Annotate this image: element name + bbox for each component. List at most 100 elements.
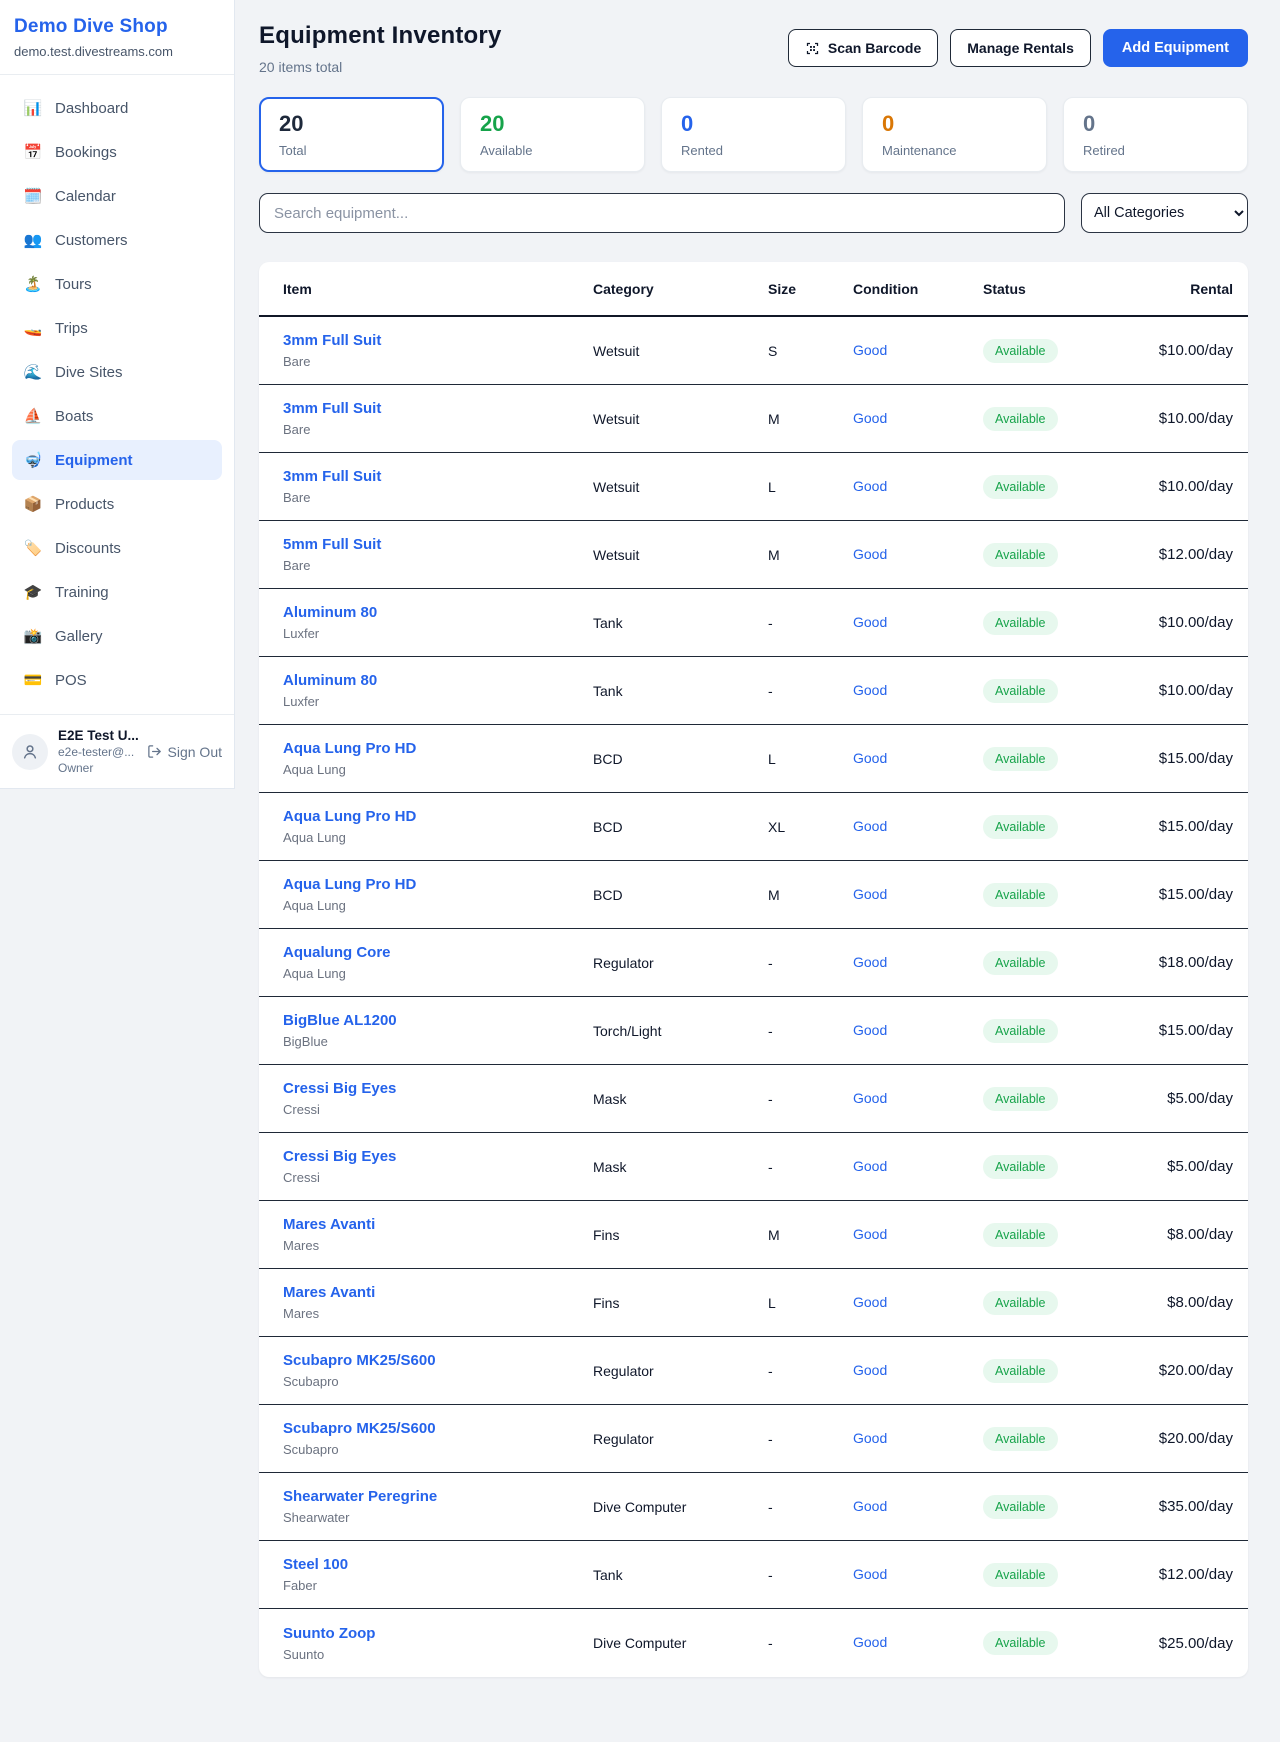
item-name-link[interactable]: Aqua Lung Pro HD	[283, 876, 416, 893]
search-input[interactable]	[259, 193, 1065, 233]
item-name-link[interactable]: Mares Avanti	[283, 1284, 375, 1301]
sidebar-item-customers[interactable]: 👥 Customers	[12, 220, 222, 260]
sidebar-item-trips[interactable]: 🚤 Trips	[12, 308, 222, 348]
item-condition-link[interactable]: Good	[853, 886, 887, 902]
item-rental: $15.00/day	[1123, 818, 1233, 835]
item-condition-link[interactable]: Good	[853, 1634, 887, 1650]
item-name-link[interactable]: 3mm Full Suit	[283, 468, 381, 485]
item-brand: Aqua Lung	[283, 898, 593, 913]
item-condition-link[interactable]: Good	[853, 1294, 887, 1310]
item-name-link[interactable]: Mares Avanti	[283, 1216, 375, 1233]
item-condition-link[interactable]: Good	[853, 1158, 887, 1174]
sign-out-button[interactable]: Sign Out	[147, 744, 222, 760]
stat-card-retired[interactable]: 0 Retired	[1063, 97, 1248, 172]
item-condition-link[interactable]: Good	[853, 1226, 887, 1242]
stat-card-available[interactable]: 20 Available	[460, 97, 645, 172]
item-name-link[interactable]: Scubapro MK25/S600	[283, 1420, 436, 1437]
item-category: Wetsuit	[593, 479, 768, 495]
brand-domain: demo.test.divestreams.com	[14, 44, 220, 59]
add-equipment-button[interactable]: Add Equipment	[1103, 29, 1248, 67]
item-name-link[interactable]: Aluminum 80	[283, 604, 377, 621]
item-condition-link[interactable]: Good	[853, 750, 887, 766]
item-condition-link[interactable]: Good	[853, 1566, 887, 1582]
item-name-link[interactable]: Aqua Lung Pro HD	[283, 808, 416, 825]
item-condition-link[interactable]: Good	[853, 818, 887, 834]
status-badge: Available	[983, 1223, 1058, 1247]
item-name-link[interactable]: Cressi Big Eyes	[283, 1148, 396, 1165]
column-header-category: Category	[593, 281, 768, 297]
item-rental: $20.00/day	[1123, 1430, 1233, 1447]
item-condition-link[interactable]: Good	[853, 342, 887, 358]
item-condition-link[interactable]: Good	[853, 1022, 887, 1038]
stat-card-rented[interactable]: 0 Rented	[661, 97, 846, 172]
sidebar-item-calendar[interactable]: 🗓️ Calendar	[12, 176, 222, 216]
sidebar-item-label: Training	[55, 584, 109, 601]
item-condition-link[interactable]: Good	[853, 478, 887, 494]
sidebar-item-discounts[interactable]: 🏷️ Discounts	[12, 528, 222, 568]
item-condition-link[interactable]: Good	[853, 1362, 887, 1378]
sidebar-item-gallery[interactable]: 📸 Gallery	[12, 616, 222, 656]
sidebar-item-bookings[interactable]: 📅 Bookings	[12, 132, 222, 172]
status-badge: Available	[983, 611, 1058, 635]
brand-name[interactable]: Demo Dive Shop	[14, 16, 220, 38]
item-name-link[interactable]: 5mm Full Suit	[283, 536, 381, 553]
sidebar-item-pos[interactable]: 💳 POS	[12, 660, 222, 700]
item-name-link[interactable]: Shearwater Peregrine	[283, 1488, 437, 1505]
scan-barcode-label: Scan Barcode	[828, 40, 921, 56]
category-filter[interactable]: All Categories	[1081, 193, 1248, 233]
header-actions: Scan Barcode Manage Rentals Add Equipmen…	[788, 29, 1248, 67]
item-name-link[interactable]: Scubapro MK25/S600	[283, 1352, 436, 1369]
item-brand: Bare	[283, 558, 593, 573]
item-name-link[interactable]: BigBlue AL1200	[283, 1012, 397, 1029]
stat-card-maintenance[interactable]: 0 Maintenance	[862, 97, 1047, 172]
sidebar-item-label: Customers	[55, 232, 128, 249]
item-name-link[interactable]: Cressi Big Eyes	[283, 1080, 396, 1097]
item-name-link[interactable]: Aqua Lung Pro HD	[283, 740, 416, 757]
column-header-condition: Condition	[853, 281, 983, 297]
page-header: Equipment Inventory 20 items total Scan …	[259, 22, 1248, 75]
column-header-rental: Rental	[1123, 281, 1233, 297]
item-name-link[interactable]: Aluminum 80	[283, 672, 377, 689]
status-badge: Available	[983, 1427, 1058, 1451]
sidebar-item-label: Calendar	[55, 188, 116, 205]
sidebar-item-dashboard[interactable]: 📊 Dashboard	[12, 88, 222, 128]
item-category: Fins	[593, 1295, 768, 1311]
sidebar-item-training[interactable]: 🎓 Training	[12, 572, 222, 612]
item-name-link[interactable]: Aqualung Core	[283, 944, 391, 961]
sidebar-item-label: Boats	[55, 408, 93, 425]
item-cell: Mares Avanti Mares	[283, 1216, 593, 1253]
item-condition-link[interactable]: Good	[853, 1430, 887, 1446]
status-badge: Available	[983, 1631, 1058, 1655]
sidebar-item-dive-sites[interactable]: 🌊 Dive Sites	[12, 352, 222, 392]
item-rental: $20.00/day	[1123, 1362, 1233, 1379]
stat-card-total[interactable]: 20 Total	[259, 97, 444, 172]
item-name-link[interactable]: 3mm Full Suit	[283, 332, 381, 349]
trips-icon: 🚤	[23, 319, 43, 337]
item-brand: Bare	[283, 490, 593, 505]
item-rental: $5.00/day	[1123, 1090, 1233, 1107]
sidebar-item-boats[interactable]: ⛵ Boats	[12, 396, 222, 436]
item-condition-link[interactable]: Good	[853, 546, 887, 562]
item-category: Regulator	[593, 1431, 768, 1447]
scan-barcode-button[interactable]: Scan Barcode	[788, 29, 938, 67]
item-condition-link[interactable]: Good	[853, 1090, 887, 1106]
manage-rentals-button[interactable]: Manage Rentals	[950, 29, 1091, 67]
sidebar-item-equipment[interactable]: 🤿 Equipment	[12, 440, 222, 480]
item-condition-link[interactable]: Good	[853, 614, 887, 630]
item-name-link[interactable]: 3mm Full Suit	[283, 400, 381, 417]
stat-label: Retired	[1083, 143, 1228, 158]
table-row: Scubapro MK25/S600 Scubapro Regulator - …	[259, 1337, 1248, 1405]
table-row: Steel 100 Faber Tank - Good Available $1…	[259, 1541, 1248, 1609]
item-condition-link[interactable]: Good	[853, 682, 887, 698]
item-category: Tank	[593, 683, 768, 699]
item-name-link[interactable]: Steel 100	[283, 1556, 348, 1573]
item-brand: Mares	[283, 1306, 593, 1321]
item-condition-link[interactable]: Good	[853, 1498, 887, 1514]
sidebar-item-label: Tours	[55, 276, 92, 293]
item-condition-link[interactable]: Good	[853, 954, 887, 970]
item-condition-link[interactable]: Good	[853, 410, 887, 426]
sidebar-item-tours[interactable]: 🏝️ Tours	[12, 264, 222, 304]
sidebar-item-products[interactable]: 📦 Products	[12, 484, 222, 524]
item-brand: Aqua Lung	[283, 966, 593, 981]
item-name-link[interactable]: Suunto Zoop	[283, 1625, 375, 1642]
